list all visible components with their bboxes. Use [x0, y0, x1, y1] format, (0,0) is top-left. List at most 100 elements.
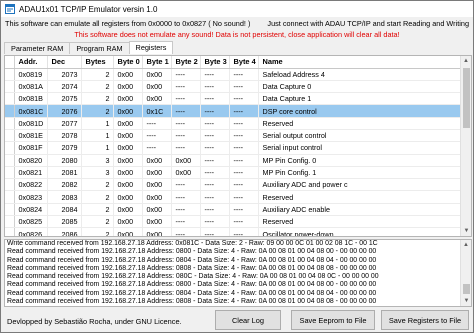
cell-byte0[interactable]: 0x00 [113, 166, 143, 180]
cell-byte0[interactable]: 0x00 [113, 178, 143, 192]
cell-addr[interactable]: 0x081D [14, 117, 48, 130]
cell-name[interactable]: DSP core control [258, 104, 461, 118]
cell-addr[interactable]: 0x0826 [14, 227, 48, 236]
cell-addr[interactable]: 0x081C [14, 104, 48, 118]
cell-addr[interactable]: 0x0825 [14, 215, 48, 229]
column-header-byte2[interactable]: Byte 2 [171, 56, 201, 69]
cell-name[interactable]: Data Capture 1 [258, 92, 461, 106]
cell-addr[interactable]: 0x0821 [14, 166, 48, 180]
cell-byte4[interactable]: ---- [229, 117, 259, 130]
cell-addr[interactable]: 0x0823 [14, 190, 48, 204]
cell-bytes[interactable]: 3 [81, 154, 114, 167]
cell-byte4[interactable]: ---- [229, 203, 259, 217]
registers-grid[interactable]: Addr. Dec Bytes Byte 0 Byte 1 Byte 2 Byt… [4, 55, 472, 237]
cell-bytes[interactable]: 2 [81, 80, 114, 94]
row-header[interactable] [5, 104, 15, 118]
log-scroll-down-icon[interactable]: ▼ [461, 296, 471, 306]
tab-program-ram[interactable]: Program RAM [69, 42, 130, 54]
row-header[interactable] [5, 68, 15, 81]
tab-registers[interactable]: Registers [128, 41, 174, 54]
table-row[interactable]: 0x0820 2080 3 0x00 0x00 0x00 ---- ---- MP Pin Co… [5, 154, 461, 167]
cell-byte3[interactable]: ---- [200, 117, 230, 130]
cell-byte1[interactable]: 0x00 [142, 166, 172, 180]
cell-byte3[interactable]: ---- [200, 80, 230, 94]
cell-name[interactable]: Reserved [258, 215, 461, 229]
cell-byte4[interactable]: ---- [229, 104, 259, 118]
table-row[interactable]: 0x081D 2077 1 0x00 ---- ---- ---- ---- Reserved [5, 117, 461, 130]
cell-bytes[interactable]: 2 [81, 104, 114, 118]
cell-bytes[interactable]: 2 [81, 68, 114, 81]
cell-addr[interactable]: 0x081B [14, 92, 48, 106]
cell-byte1[interactable]: 0x1C [142, 104, 172, 118]
cell-dec[interactable]: 2084 [47, 203, 82, 217]
cell-name[interactable]: Safeload Address 4 [258, 68, 461, 81]
log-vertical-scrollbar[interactable]: ▲ ▼ [460, 240, 471, 306]
save-registers-button[interactable]: Save Registers to File [381, 310, 469, 330]
row-header[interactable] [5, 215, 15, 229]
cell-byte3[interactable]: ---- [200, 203, 230, 217]
cell-addr[interactable]: 0x0820 [14, 154, 48, 167]
cell-byte1[interactable]: 0x00 [142, 178, 172, 192]
cell-byte3[interactable]: ---- [200, 215, 230, 229]
cell-byte1[interactable]: ---- [142, 141, 172, 155]
cell-dec[interactable]: 2076 [47, 104, 82, 118]
row-header[interactable] [5, 92, 15, 106]
table-row[interactable]: 0x0819 2073 2 0x00 0x00 ---- ---- ---- Safeload … [5, 68, 461, 81]
log-scroll-up-icon[interactable]: ▲ [461, 240, 471, 250]
cell-byte2[interactable]: ---- [171, 129, 201, 143]
table-row[interactable]: 0x0826 2086 2 0x00 0x00 ---- ---- ---- Oscillato… [5, 227, 461, 236]
cell-byte2[interactable]: ---- [171, 227, 201, 236]
cell-name[interactable]: Auxiliary ADC and power c [258, 178, 461, 192]
cell-byte0[interactable]: 0x00 [113, 129, 143, 143]
cell-byte4[interactable]: ---- [229, 154, 259, 167]
row-header[interactable] [5, 154, 15, 167]
row-header[interactable] [5, 166, 15, 180]
cell-name[interactable]: Data Capture 0 [258, 80, 461, 94]
cell-byte2[interactable]: 0x00 [171, 166, 201, 180]
grid-vertical-scrollbar[interactable]: ▲ ▼ [460, 56, 471, 236]
cell-dec[interactable]: 2074 [47, 80, 82, 94]
table-row[interactable]: 0x0821 2081 3 0x00 0x00 0x00 ---- ---- MP Pin Co… [5, 166, 461, 180]
column-header-name[interactable]: Name [258, 56, 461, 69]
cell-byte0[interactable]: 0x00 [113, 203, 143, 217]
cell-dec[interactable]: 2080 [47, 154, 82, 167]
cell-dec[interactable]: 2073 [47, 68, 82, 81]
cell-byte1[interactable]: 0x00 [142, 215, 172, 229]
cell-dec[interactable]: 2082 [47, 178, 82, 192]
cell-byte3[interactable]: ---- [200, 104, 230, 118]
cell-byte3[interactable]: ---- [200, 227, 230, 236]
cell-dec[interactable]: 2079 [47, 141, 82, 155]
cell-bytes[interactable]: 2 [81, 203, 114, 217]
cell-byte1[interactable]: 0x00 [142, 80, 172, 94]
cell-byte0[interactable]: 0x00 [113, 68, 143, 81]
row-header[interactable] [5, 227, 15, 236]
cell-bytes[interactable]: 2 [81, 190, 114, 204]
cell-bytes[interactable]: 2 [81, 92, 114, 106]
cell-byte1[interactable]: 0x00 [142, 154, 172, 167]
cell-byte1[interactable]: ---- [142, 129, 172, 143]
column-header-byte0[interactable]: Byte 0 [113, 56, 143, 69]
table-row[interactable]: 0x0824 2084 2 0x00 0x00 ---- ---- ---- Auxiliary… [5, 203, 461, 217]
cell-name[interactable]: Serial output control [258, 129, 461, 143]
save-eeprom-button[interactable]: Save Eeprom to File [291, 310, 375, 330]
cell-name[interactable]: MP Pin Config. 1 [258, 166, 461, 180]
cell-name[interactable]: MP Pin Config. 0 [258, 154, 461, 167]
cell-bytes[interactable]: 1 [81, 117, 114, 130]
cell-addr[interactable]: 0x0824 [14, 203, 48, 217]
cell-byte4[interactable]: ---- [229, 227, 259, 236]
cell-byte1[interactable]: 0x00 [142, 203, 172, 217]
cell-addr[interactable]: 0x0819 [14, 68, 48, 81]
cell-byte4[interactable]: ---- [229, 141, 259, 155]
cell-byte0[interactable]: 0x00 [113, 154, 143, 167]
cell-byte2[interactable]: ---- [171, 190, 201, 204]
cell-byte3[interactable]: ---- [200, 166, 230, 180]
cell-byte0[interactable]: 0x00 [113, 104, 143, 118]
cell-name[interactable]: Serial input control [258, 141, 461, 155]
cell-dec[interactable]: 2081 [47, 166, 82, 180]
clear-log-button[interactable]: Clear Log [215, 310, 281, 330]
cell-byte2[interactable]: ---- [171, 68, 201, 81]
scroll-up-icon[interactable]: ▲ [461, 56, 471, 66]
cell-byte4[interactable]: ---- [229, 129, 259, 143]
cell-bytes[interactable]: 1 [81, 141, 114, 155]
column-header-addr[interactable]: Addr. [14, 56, 48, 69]
